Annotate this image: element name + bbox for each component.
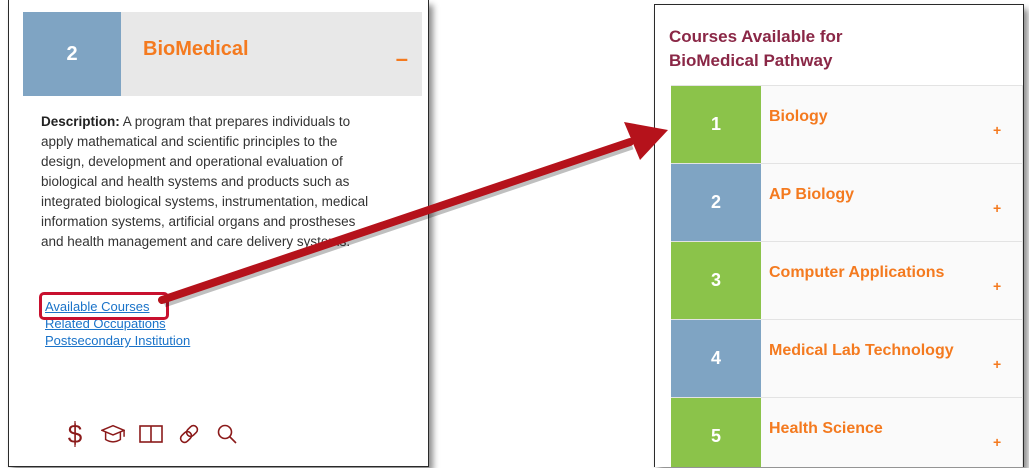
description-text: A program that prepares individuals to a… xyxy=(41,114,369,249)
search-icon[interactable] xyxy=(215,420,239,448)
courses-panel: Courses Available for BioMedical Pathway… xyxy=(654,4,1024,467)
course-number: 1 xyxy=(671,86,761,163)
course-name[interactable]: Health Science xyxy=(769,420,883,438)
collapse-toggle[interactable]: – xyxy=(396,48,408,70)
description-label: Description: xyxy=(41,114,120,129)
pathway-title[interactable]: BioMedical xyxy=(143,38,249,61)
course-name[interactable]: Biology xyxy=(769,108,828,126)
course-name[interactable]: AP Biology xyxy=(769,186,854,204)
graduation-cap-icon[interactable] xyxy=(101,420,125,448)
course-number: 2 xyxy=(671,164,761,241)
course-row-medical-lab-technology[interactable]: 4 Medical Lab Technology + xyxy=(671,319,1023,397)
courses-panel-title: Courses Available for BioMedical Pathway xyxy=(669,25,843,73)
dollar-icon[interactable]: $ xyxy=(63,420,87,448)
available-courses-highlight xyxy=(39,292,169,320)
postsecondary-institution-link[interactable]: Postsecondary Institution xyxy=(45,332,190,349)
link-icon[interactable] xyxy=(177,420,201,448)
course-name[interactable]: Medical Lab Technology xyxy=(769,342,954,360)
course-row-health-science[interactable]: 5 Health Science + xyxy=(671,397,1023,467)
pathway-icon-row: $ xyxy=(63,420,239,448)
course-number: 3 xyxy=(671,242,761,319)
courses-title-line2: BioMedical Pathway xyxy=(669,51,833,70)
courses-title-line1: Courses Available for xyxy=(669,27,843,46)
pathway-number: 2 xyxy=(23,12,121,96)
course-name[interactable]: Computer Applications xyxy=(769,264,944,282)
pathway-card: 2 BioMedical – Description: A program th… xyxy=(8,0,429,467)
pathway-header[interactable]: 2 BioMedical – xyxy=(23,12,422,96)
pathway-description: Description: A program that prepares ind… xyxy=(41,112,381,252)
course-row-computer-applications[interactable]: 3 Computer Applications + xyxy=(671,241,1023,319)
course-row-ap-biology[interactable]: 2 AP Biology + xyxy=(671,163,1023,241)
expand-toggle[interactable]: + xyxy=(993,356,1001,372)
course-number: 5 xyxy=(671,398,761,467)
expand-toggle[interactable]: + xyxy=(993,122,1001,138)
book-icon[interactable] xyxy=(139,420,163,448)
course-number: 4 xyxy=(671,320,761,397)
course-list: 1 Biology + 2 AP Biology + 3 Computer Ap… xyxy=(671,85,1023,467)
expand-toggle[interactable]: + xyxy=(993,278,1001,294)
expand-toggle[interactable]: + xyxy=(993,434,1001,450)
expand-toggle[interactable]: + xyxy=(993,200,1001,216)
course-row-biology[interactable]: 1 Biology + xyxy=(671,85,1023,163)
